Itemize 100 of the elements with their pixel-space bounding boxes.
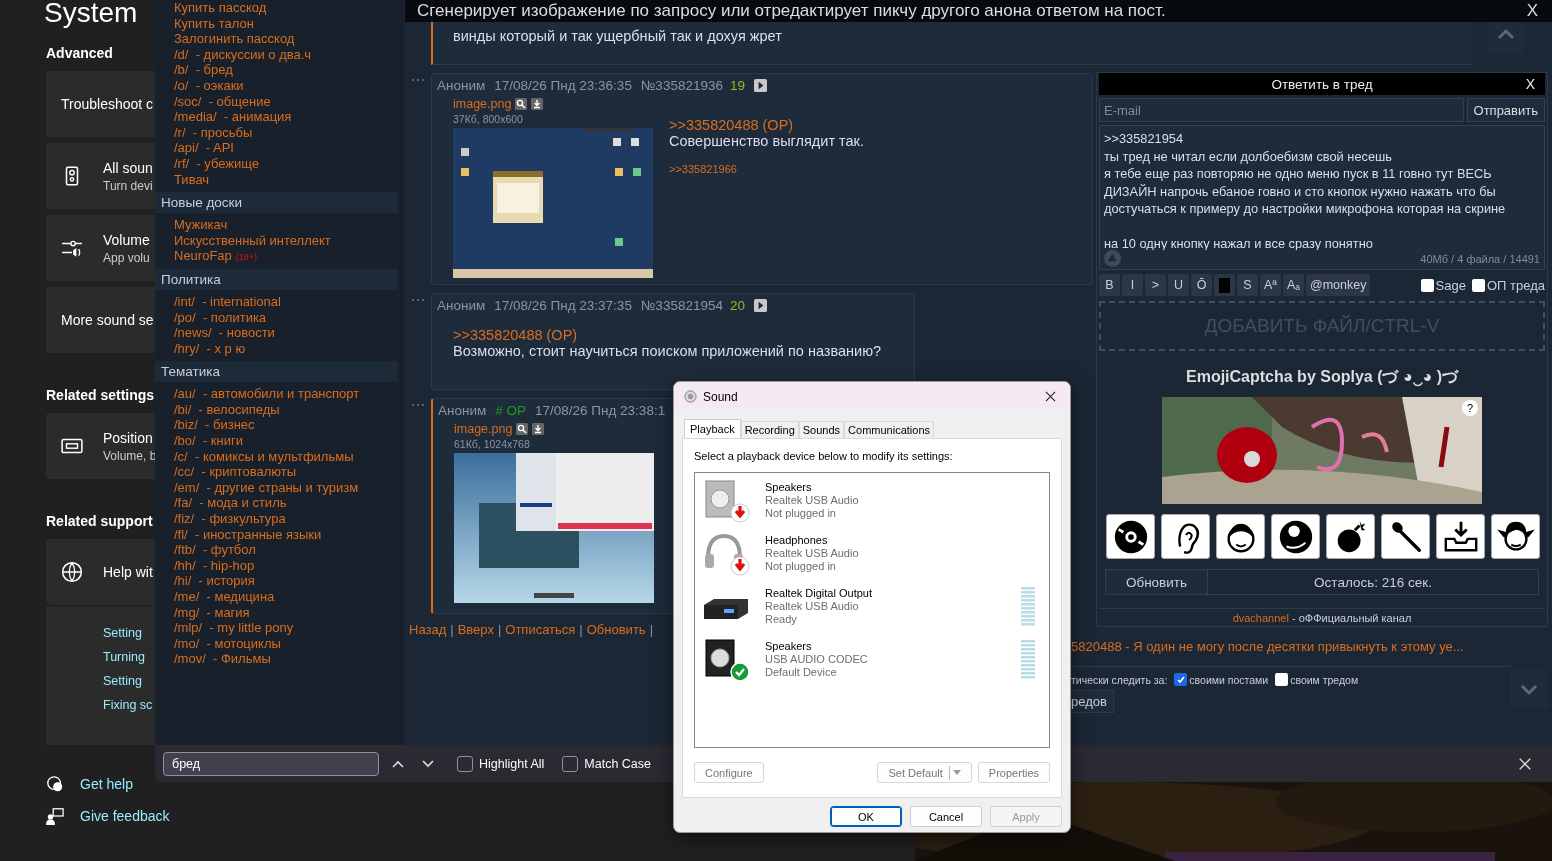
settings-card[interactable]: More sound se: [46, 287, 155, 353]
settings-card[interactable]: All soun Turn devi: [46, 143, 155, 209]
board-link[interactable]: Залогинить пасскод: [174, 31, 295, 47]
play-icon[interactable]: [754, 79, 767, 92]
help-link[interactable]: Fixing sc: [103, 698, 153, 712]
checkbox[interactable]: [1420, 278, 1434, 292]
post-number[interactable]: №335821954: [640, 298, 723, 313]
emoji-option[interactable]: [1161, 514, 1210, 559]
close-icon[interactable]: [1045, 391, 1056, 402]
footer-link[interactable]: Give feedback: [80, 808, 170, 824]
checkbox[interactable]: [1275, 673, 1289, 686]
board-link[interactable]: /mg/ - магия: [174, 604, 250, 620]
board-link[interactable]: /mov/ - Фильмы: [174, 651, 271, 667]
settings-card[interactable]: Troubleshoot c: [46, 71, 155, 137]
board-link[interactable]: /hry/ - х р ю: [174, 340, 246, 356]
download-icon[interactable]: [532, 423, 545, 435]
thread-nav-link[interactable]: Обновить: [586, 622, 646, 637]
board-link[interactable]: /soc/ - общение: [174, 93, 271, 109]
board-link[interactable]: Мужикач: [174, 217, 228, 233]
board-link[interactable]: /me/ - медицина: [174, 589, 275, 604]
more-icon[interactable]: [411, 403, 425, 407]
board-link[interactable]: /rf/ - убежище: [174, 155, 260, 171]
message-field[interactable]: >>335821954 ты тред не читал если долбоебизм свой несешь я тебе еще раз повторяю не одно меню пуск в 11 говно тут ВЕСЬ ДИЗАЙН напрочь ебаное говно и сто кнопок нужно нажать что бы достучаться к примеру до настройки микрофона которая на скрине на 10 одну кнопку нажал и все сразу понятно: [1100, 126, 1544, 250]
footer-link[interactable]: Get help: [80, 776, 133, 792]
format-button[interactable]: Ō: [1191, 274, 1212, 296]
board-link[interactable]: Купить талон: [174, 15, 254, 31]
emoji-option[interactable]: [1381, 514, 1430, 559]
board-link[interactable]: /d/ - дискуссии о два.ч: [174, 46, 312, 62]
board-link[interactable]: /fl/ - иностранные языки: [174, 526, 322, 542]
board-link[interactable]: /cc/ - криптовалюты: [174, 464, 296, 480]
tab[interactable]: Recording: [740, 421, 799, 438]
format-button[interactable]: Aª: [1260, 274, 1281, 296]
send-button[interactable]: Отправить: [1466, 98, 1545, 122]
tab[interactable]: Communications: [844, 421, 934, 438]
board-link[interactable]: /c/ - комиксы и мультфильмы: [174, 448, 354, 464]
board-link[interactable]: /api/ - API: [174, 140, 234, 156]
find-field[interactable]: бред: [163, 751, 379, 776]
search-icon[interactable]: [515, 98, 528, 110]
dialog-button[interactable]: Cancel: [910, 806, 982, 827]
help-link[interactable]: Setting: [103, 626, 142, 640]
format-button[interactable]: Aₐ: [1283, 274, 1304, 296]
emoji-option[interactable]: [1491, 514, 1540, 559]
emoji-option[interactable]: [1436, 514, 1485, 559]
checkbox[interactable]: [1174, 673, 1188, 686]
board-link[interactable]: /r/ - просьбы: [174, 124, 253, 140]
board-link[interactable]: /biz/ - бизнес: [174, 417, 255, 433]
board-link[interactable]: NeuroFap: [174, 248, 232, 264]
email-field[interactable]: E-mail: [1099, 98, 1464, 122]
format-button[interactable]: U: [1168, 274, 1189, 296]
thread-nav-link[interactable]: Отписаться: [505, 622, 576, 637]
settings-card[interactable]: Position Volume, b: [46, 413, 155, 479]
board-link[interactable]: Тивач: [174, 171, 210, 187]
play-icon[interactable]: [754, 299, 767, 312]
tab[interactable]: Playback: [684, 419, 741, 438]
board-link[interactable]: /bi/ - велосипеды: [174, 401, 280, 417]
search-icon[interactable]: [516, 423, 529, 435]
channel-link[interactable]: dvachannel: [1232, 612, 1289, 624]
board-link[interactable]: /hi/ - история: [174, 573, 255, 589]
board-link[interactable]: /int/ - international: [174, 293, 281, 309]
emoji-option[interactable]: [1326, 514, 1375, 559]
emoji-option[interactable]: [1216, 514, 1265, 559]
thread-title-link[interactable]: 5820488 - Я один не могу после десятки привыкнуть к этому уе...: [1071, 639, 1464, 654]
board-link[interactable]: /ftb/ - футбол: [174, 542, 256, 558]
board-link[interactable]: Купить пасскод: [174, 0, 267, 15]
file-link[interactable]: image.png: [454, 422, 513, 436]
board-link[interactable]: /em/ - другие страны и туризм: [174, 479, 359, 495]
board-link[interactable]: /fa/ - мода и стиль: [174, 495, 287, 511]
close-button[interactable]: X: [1512, 1, 1552, 21]
format-button[interactable]: >: [1145, 274, 1166, 296]
format-button[interactable]: I: [1122, 274, 1143, 296]
checkbox[interactable]: [1472, 278, 1485, 292]
reply-link[interactable]: >>335820488 (OP): [453, 327, 882, 343]
thread-nav-link[interactable]: Вверх: [457, 622, 494, 637]
board-link[interactable]: /o/ - оэкаки: [174, 77, 244, 93]
file-link[interactable]: image.png: [453, 97, 512, 111]
help-link[interactable]: Turning: [103, 650, 145, 664]
board-link[interactable]: /news/ - новости: [174, 325, 275, 341]
more-icon[interactable]: [411, 298, 425, 302]
board-link[interactable]: /fiz/ - физкультура: [174, 511, 286, 527]
board-link[interactable]: /mo/ - мотоциклы: [174, 635, 281, 651]
format-button[interactable]: B: [1099, 274, 1120, 296]
format-button[interactable]: S: [1237, 274, 1258, 296]
board-link[interactable]: /au/ - автомобили и транспорт: [174, 386, 360, 402]
emoji-option[interactable]: [1106, 514, 1155, 559]
board-link[interactable]: /mlp/ - my little pony: [174, 620, 294, 636]
refresh-button[interactable]: Обновить: [1106, 570, 1208, 594]
settings-card[interactable]: Help wit: [46, 539, 155, 605]
board-link[interactable]: /b/ - бред: [174, 62, 233, 78]
close-button[interactable]: X: [1519, 75, 1541, 93]
reply-link[interactable]: >>335821966: [669, 163, 864, 175]
emoji-option[interactable]: [1271, 514, 1320, 559]
board-link[interactable]: /bo/ - книги: [174, 433, 243, 449]
settings-card[interactable]: Volume App volu: [46, 215, 155, 281]
more-icon[interactable]: [411, 78, 425, 82]
download-icon[interactable]: [531, 98, 544, 110]
dialog-button[interactable]: OK: [830, 806, 902, 827]
board-link[interactable]: /po/ - политика: [174, 309, 267, 325]
board-link[interactable]: /hh/ - hip-hop: [174, 557, 255, 573]
thread-nav-link[interactable]: Назад: [409, 622, 447, 637]
help-link[interactable]: Setting: [103, 674, 142, 688]
